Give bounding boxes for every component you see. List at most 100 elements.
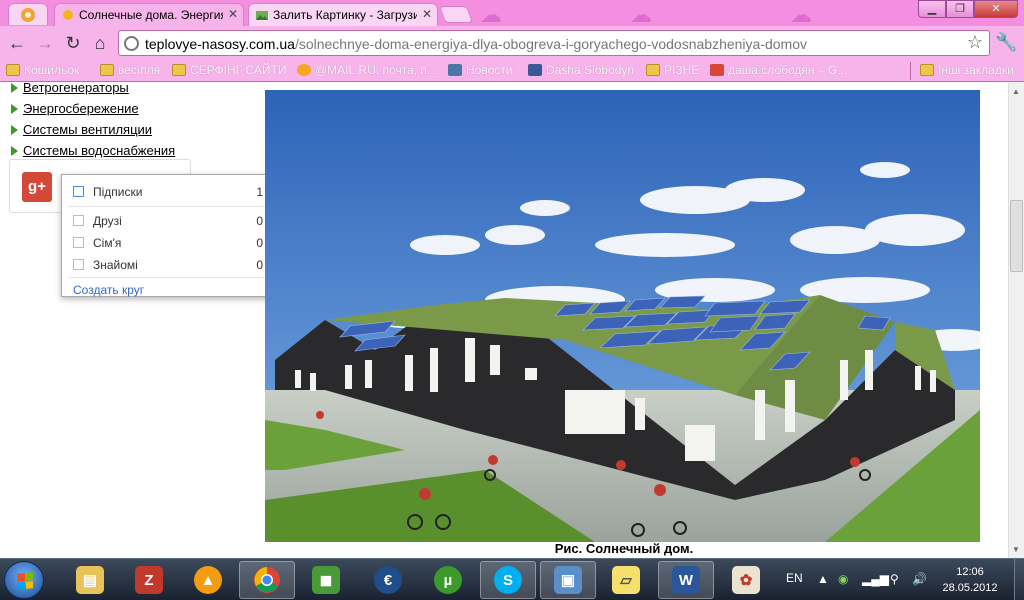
bookmark-vesillia[interactable]: весілля xyxy=(100,63,160,77)
create-circle-link[interactable]: Создать круг xyxy=(73,283,144,297)
solar-house-photo xyxy=(265,90,980,542)
euro-icon: € xyxy=(374,566,402,594)
chrome-icon xyxy=(254,567,280,593)
folder-icon: ▤ xyxy=(76,566,104,594)
close-window-button[interactable]: ✕ xyxy=(974,0,1018,18)
facebook-icon xyxy=(528,64,542,76)
new-tab-button[interactable] xyxy=(438,6,474,23)
taskbar-photo-viewer[interactable]: ▣ xyxy=(540,561,596,599)
gplus-button[interactable]: g+ xyxy=(22,172,52,202)
maximize-button[interactable]: ❐ xyxy=(946,0,974,18)
scroll-down-icon[interactable]: ▼ xyxy=(1012,545,1020,554)
tab-strip: Солнечные дома. Энергия ✕ Залить Картинк… xyxy=(0,0,1024,27)
taskbar-explorer[interactable]: ▤ xyxy=(62,561,118,599)
page-content: Ветрогенераторы Энергосбережение Системы… xyxy=(0,83,1008,558)
circle-count: 0 xyxy=(256,258,263,272)
address-bar[interactable]: teplovye-nasosy.com.ua/solnechnye-doma-e… xyxy=(118,30,990,56)
gplus-circles-popup: Підписки 1 Друзі 0 Сім'я 0 Знайомі 0 Соз… xyxy=(61,174,272,297)
app-logo-icon xyxy=(21,8,35,22)
scroll-up-icon[interactable]: ▲ xyxy=(1012,87,1020,96)
menu-item-energy-saving[interactable]: Энергосбережение xyxy=(11,98,175,119)
taskbar-word[interactable]: W xyxy=(658,561,714,599)
aimp-icon: ▲ xyxy=(194,566,222,594)
cloud-decoration-icon: ☁ xyxy=(790,2,812,27)
green-arrow-icon xyxy=(11,124,18,135)
menu-link[interactable]: Энергосбережение xyxy=(23,101,139,116)
tray-app-icon[interactable]: ◉ xyxy=(838,572,848,586)
tab-title: Солнечные дома. Энергия xyxy=(79,8,223,22)
circle-row-subscriptions[interactable]: Підписки 1 xyxy=(62,182,271,202)
taskbar-chrome[interactable] xyxy=(239,561,295,599)
circle-row-friends[interactable]: Друзі 0 xyxy=(62,211,271,231)
plug-icon[interactable]: ⚲ xyxy=(890,572,899,586)
sticky-notes-icon: ▱ xyxy=(612,566,640,594)
photo-viewer-icon: ▣ xyxy=(554,566,582,594)
minimize-button[interactable]: ▁ xyxy=(918,0,946,18)
circle-name: Друзі xyxy=(93,214,122,228)
paint-palette-icon: ✿ xyxy=(732,566,760,594)
taskbar-utorrent[interactable]: µ xyxy=(420,561,476,599)
network-signal-icon[interactable]: ▂▄▆ xyxy=(862,572,889,586)
menu-link[interactable]: Системы водоснабжения xyxy=(23,143,175,158)
circle-checkbox[interactable] xyxy=(73,186,84,197)
show-desktop-button[interactable] xyxy=(1014,559,1024,600)
circle-checkbox[interactable] xyxy=(73,215,84,226)
circle-checkbox[interactable] xyxy=(73,259,84,270)
taskbar-skype[interactable]: S xyxy=(480,561,536,599)
taskbar-sticky-notes[interactable]: ▱ xyxy=(598,561,654,599)
circle-count: 1 xyxy=(256,185,263,199)
back-arrow-icon[interactable]: ← xyxy=(6,32,28,54)
close-tab-icon[interactable]: ✕ xyxy=(422,7,432,21)
gplus-icon xyxy=(710,64,724,76)
menu-item-water-supply[interactable]: Системы водоснабжения xyxy=(11,140,175,161)
bookmark-serfing[interactable]: СЕРФІНГ САЙТИ xyxy=(172,63,286,77)
tab-upload-image[interactable]: Залить Картинку - Загрузи ✕ xyxy=(248,3,438,26)
windows-logo-icon xyxy=(17,572,33,590)
circle-row-acquaintances[interactable]: Знайомі 0 xyxy=(62,255,271,275)
bookmark-mailru[interactable]: @MAIL.RU: почта, п... xyxy=(297,63,437,77)
circle-row-family[interactable]: Сім'я 0 xyxy=(62,233,271,253)
taskbar-filezilla[interactable]: Z xyxy=(121,561,177,599)
tab-solar-houses[interactable]: Солнечные дома. Энергия ✕ xyxy=(54,3,244,26)
wrench-menu-icon[interactable]: 🔧 xyxy=(995,32,1017,53)
browser-app-button[interactable] xyxy=(8,3,48,25)
bookmark-rizne[interactable]: РІЗНЕ xyxy=(646,63,699,77)
taskbar-euro-app[interactable]: € xyxy=(360,561,416,599)
language-indicator[interactable]: EN xyxy=(786,571,803,585)
bookmark-other[interactable]: Інші закладки xyxy=(920,63,1014,77)
volume-icon[interactable]: 🔊 xyxy=(912,572,927,586)
circle-count: 0 xyxy=(256,236,263,250)
bookmark-novosti[interactable]: Новости xyxy=(448,63,512,77)
taskbar-aimp[interactable]: ▲ xyxy=(180,561,236,599)
menu-link[interactable]: Системы вентиляции xyxy=(23,122,152,137)
home-icon[interactable]: ⌂ xyxy=(89,32,111,54)
window-controls: ▁ ❐ ✕ xyxy=(918,0,1018,18)
bookmark-dasha-facebook[interactable]: Dasha Slobodyn xyxy=(528,63,634,77)
taskbar-paint[interactable]: ✿ xyxy=(718,561,774,599)
skype-icon: S xyxy=(494,566,522,594)
bookmark-dasha-gplus[interactable]: даша слободян – G... xyxy=(710,63,847,77)
tab-title: Залить Картинку - Загрузи xyxy=(273,8,417,22)
menu-item-ventilation[interactable]: Системы вентиляции xyxy=(11,119,175,140)
clock[interactable]: 12:06 28.05.2012 xyxy=(938,564,1002,596)
forward-arrow-icon[interactable]: → xyxy=(34,32,56,54)
menu-item-wind-generators[interactable]: Ветрогенераторы xyxy=(11,83,175,98)
reload-icon[interactable]: ↻ xyxy=(62,32,84,54)
circle-checkbox[interactable] xyxy=(73,237,84,248)
divider xyxy=(68,277,266,278)
folder-icon xyxy=(6,64,20,76)
url-text: teplovye-nasosy.com.ua/solnechnye-doma-e… xyxy=(145,36,808,52)
scrollbar-thumb[interactable] xyxy=(1010,200,1023,272)
folder-icon xyxy=(172,64,186,76)
page-scrollbar[interactable]: ▲ ▼ xyxy=(1008,83,1024,558)
sun-favicon-icon xyxy=(63,10,73,20)
sidebar-menu: Ветрогенераторы Энергосбережение Системы… xyxy=(11,83,175,161)
show-hidden-icons-icon[interactable]: ▲ xyxy=(817,572,829,586)
bookmark-star-icon[interactable]: ☆ xyxy=(967,32,983,53)
start-button[interactable] xyxy=(4,561,44,599)
menu-link[interactable]: Ветрогенераторы xyxy=(23,83,129,95)
divider xyxy=(68,206,266,207)
taskbar-3d-app[interactable]: ◼ xyxy=(298,561,354,599)
bookmark-koshylok[interactable]: Кошильок xyxy=(6,63,79,77)
close-tab-icon[interactable]: ✕ xyxy=(228,7,238,21)
